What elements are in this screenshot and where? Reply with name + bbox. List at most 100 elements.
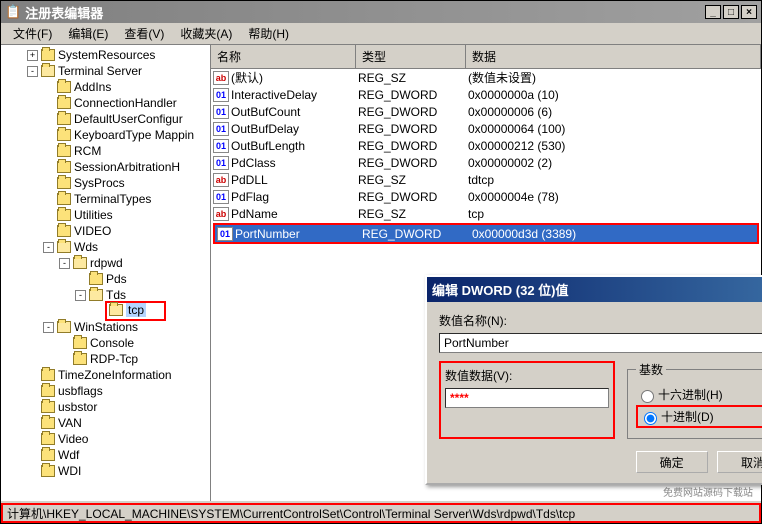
value-name: OutBufCount <box>231 105 358 119</box>
tree-item[interactable]: + SystemResources <box>1 47 210 63</box>
folder-icon <box>57 81 71 93</box>
list-row[interactable]: abPdDLLREG_SZtdtcp <box>211 171 761 188</box>
tree-item[interactable]: Video <box>1 431 210 447</box>
tree-item[interactable]: RDP-Tcp <box>1 351 210 367</box>
radio-dec-row[interactable]: 十进制(D) <box>636 405 762 428</box>
value-data: 0x00000064 (100) <box>468 122 759 136</box>
registry-tree[interactable]: +SystemResources-Terminal ServerAddInsCo… <box>1 45 211 501</box>
tree-item[interactable]: Pds <box>1 271 210 287</box>
tree-item[interactable]: -WinStations <box>1 319 210 335</box>
maximize-button[interactable]: □ <box>723 5 739 19</box>
value-data: 0x00000d3d (3389) <box>472 227 755 241</box>
col-type[interactable]: 类型 <box>356 45 466 68</box>
radio-hex[interactable] <box>641 390 654 403</box>
folder-icon <box>57 145 71 157</box>
list-row[interactable]: 01PdFlagREG_DWORD0x0000004e (78) <box>211 188 761 205</box>
tree-label: TerminalTypes <box>74 192 151 206</box>
dialog-titlebar: 编辑 DWORD (32 位)值 × <box>427 277 762 302</box>
value-type: REG_DWORD <box>358 139 468 153</box>
ok-button[interactable]: 确定 <box>636 451 708 473</box>
tree-item[interactable]: TerminalTypes <box>1 191 210 207</box>
tree-item[interactable]: - rdpwd <box>1 255 210 271</box>
tree-item[interactable]: RCM <box>1 143 210 159</box>
tree-label: Wdf <box>58 448 79 462</box>
tree-item[interactable]: SysProcs <box>1 175 210 191</box>
tree-label: usbstor <box>58 400 97 414</box>
tree-label: rdpwd <box>90 256 123 270</box>
folder-icon <box>41 449 55 461</box>
folder-icon <box>57 225 71 237</box>
name-label: 数值名称(N): <box>439 312 762 329</box>
value-name: PortNumber <box>235 227 362 241</box>
string-icon: ab <box>213 207 229 221</box>
regedit-window: 📋 注册表编辑器 _ □ × 文件(F)编辑(E)查看(V)收藏夹(A)帮助(H… <box>0 0 762 524</box>
dword-icon: 01 <box>213 122 229 136</box>
list-row[interactable]: 01OutBufLengthREG_DWORD0x00000212 (530) <box>211 137 761 154</box>
menu-item[interactable]: 收藏夹(A) <box>172 23 240 44</box>
tree-label: TimeZoneInformation <box>58 368 172 382</box>
list-row[interactable]: abPdNameREG_SZtcp <box>211 205 761 222</box>
list-row[interactable]: 01InteractiveDelayREG_DWORD0x0000000a (1… <box>211 86 761 103</box>
expand-toggle[interactable]: - <box>27 66 38 77</box>
tree-item[interactable]: AddIns <box>1 79 210 95</box>
radio-hex-row[interactable]: 十六进制(H) <box>636 386 762 403</box>
value-data: 0x0000000a (10) <box>468 88 759 102</box>
radio-dec[interactable] <box>644 412 657 425</box>
folder-icon <box>41 49 55 61</box>
tree-item[interactable]: KeyboardType Mappin <box>1 127 210 143</box>
menu-item[interactable]: 编辑(E) <box>60 23 116 44</box>
list-row[interactable]: 01PdClassREG_DWORD0x00000002 (2) <box>211 154 761 171</box>
list-row[interactable]: 01PortNumberREG_DWORD0x00000d3d (3389) <box>215 225 757 242</box>
tree-item[interactable]: Wdf <box>1 447 210 463</box>
menu-item[interactable]: 帮助(H) <box>240 23 297 44</box>
list-row[interactable]: 01OutBufDelayREG_DWORD0x00000064 (100) <box>211 120 761 137</box>
tree-item[interactable]: Console <box>1 335 210 351</box>
value-type: REG_DWORD <box>358 122 468 136</box>
value-name: PdName <box>231 207 358 221</box>
name-input[interactable] <box>439 333 762 353</box>
tree-label: Video <box>58 432 88 446</box>
tree-label: SystemResources <box>58 48 155 62</box>
dword-icon: 01 <box>213 156 229 170</box>
cancel-button[interactable]: 取消 <box>717 451 762 473</box>
value-list[interactable]: 名称 类型 数据 ab(默认)REG_SZ(数值未设置)01Interactiv… <box>211 45 761 501</box>
expand-toggle[interactable]: - <box>59 258 70 269</box>
dword-icon: 01 <box>213 105 229 119</box>
tree-item[interactable]: tcp <box>1 303 210 319</box>
expand-toggle[interactable]: - <box>43 322 54 333</box>
tree-item[interactable]: VAN <box>1 415 210 431</box>
expand-toggle[interactable]: - <box>43 242 54 253</box>
tree-item[interactable]: -Wds <box>1 239 210 255</box>
tree-item[interactable]: VIDEO <box>1 223 210 239</box>
tree-item[interactable]: Utilities <box>1 207 210 223</box>
tree-item[interactable]: DefaultUserConfigur <box>1 111 210 127</box>
string-icon: ab <box>213 71 229 85</box>
tree-label: WDI <box>58 464 81 478</box>
tree-item[interactable]: SessionArbitrationH <box>1 159 210 175</box>
tree-item[interactable]: ConnectionHandler <box>1 95 210 111</box>
col-data[interactable]: 数据 <box>466 45 761 68</box>
close-button[interactable]: × <box>741 5 757 19</box>
col-name[interactable]: 名称 <box>211 45 356 68</box>
value-name: OutBufDelay <box>231 122 358 136</box>
tree-item[interactable]: - Terminal Server <box>1 63 210 79</box>
list-row[interactable]: 01OutBufCountREG_DWORD0x00000006 (6) <box>211 103 761 120</box>
tree-item[interactable]: TimeZoneInformation <box>1 367 210 383</box>
menu-item[interactable]: 查看(V) <box>116 23 172 44</box>
folder-icon <box>41 417 55 429</box>
list-row[interactable]: ab(默认)REG_SZ(数值未设置) <box>211 69 761 86</box>
expand-toggle[interactable]: - <box>75 290 86 301</box>
tree-item[interactable]: WDI <box>1 463 210 479</box>
data-input[interactable] <box>445 388 609 408</box>
value-data: 0x00000002 (2) <box>468 156 759 170</box>
menu-item[interactable]: 文件(F) <box>5 23 60 44</box>
menubar: 文件(F)编辑(E)查看(V)收藏夹(A)帮助(H) <box>1 23 761 45</box>
folder-icon <box>41 401 55 413</box>
tree-item[interactable]: usbflags <box>1 383 210 399</box>
value-type: REG_DWORD <box>362 227 472 241</box>
tree-label: Terminal Server <box>58 64 142 78</box>
tree-item[interactable]: usbstor <box>1 399 210 415</box>
expand-toggle[interactable]: + <box>27 50 38 61</box>
folder-icon <box>73 353 87 365</box>
minimize-button[interactable]: _ <box>705 5 721 19</box>
